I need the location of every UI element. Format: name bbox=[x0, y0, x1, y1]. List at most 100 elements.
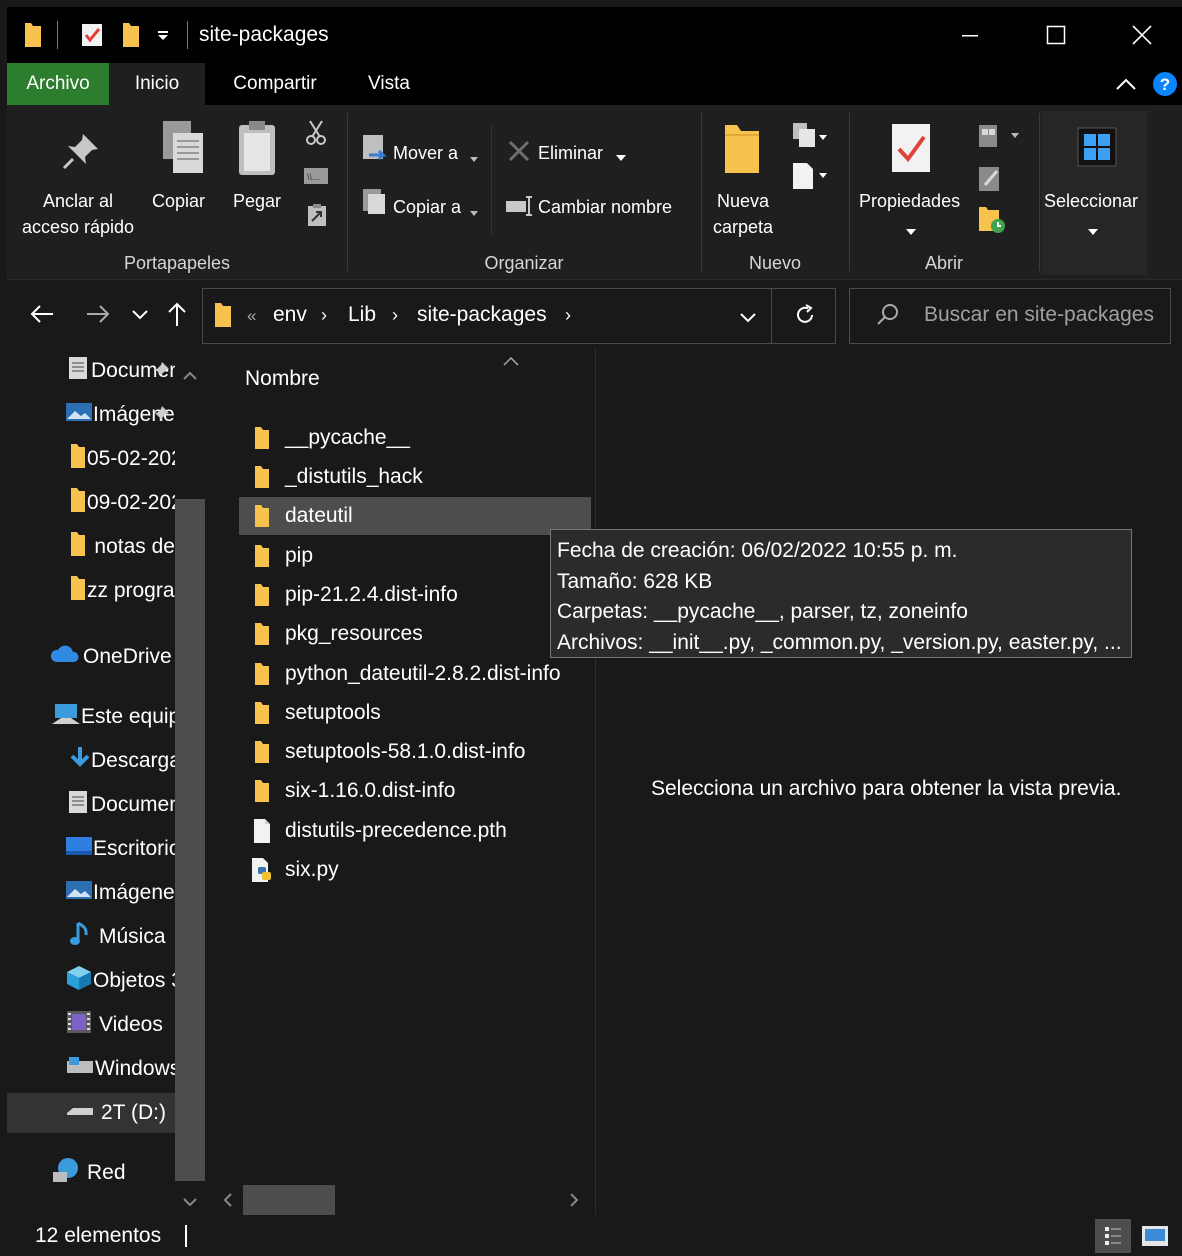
nav-item-documentos-pinned[interactable]: Documentos bbox=[7, 351, 175, 391]
nav-item-folder[interactable]: 05-02-2022 bbox=[7, 439, 175, 479]
nav-item-objetos-3d[interactable]: Objetos 3D bbox=[7, 961, 175, 1001]
file-row[interactable]: pip bbox=[239, 537, 591, 575]
recent-locations-icon[interactable] bbox=[131, 308, 149, 326]
scroll-right-icon[interactable] bbox=[569, 1193, 579, 1212]
scroll-down-icon[interactable] bbox=[183, 1195, 197, 1213]
file-row-selected[interactable]: dateutil bbox=[239, 497, 591, 535]
file-row[interactable]: python_dateutil-2.8.2.dist-info bbox=[239, 655, 591, 693]
nav-item-videos[interactable]: Videos bbox=[7, 1005, 175, 1045]
file-row[interactable]: pkg_resources bbox=[239, 615, 591, 653]
tab-inicio[interactable]: Inicio bbox=[109, 63, 205, 105]
nav-scroll-thumb[interactable] bbox=[175, 499, 205, 1181]
search-box[interactable]: Buscar en site-packages bbox=[849, 288, 1171, 344]
file-row[interactable]: __pycache__ bbox=[239, 419, 591, 457]
search-icon bbox=[876, 303, 900, 332]
file-row[interactable]: pip-21.2.4.dist-info bbox=[239, 576, 591, 614]
breadcrumb-env[interactable]: env bbox=[273, 303, 307, 327]
breadcrumb-overflow[interactable]: « bbox=[247, 306, 256, 326]
document-icon bbox=[65, 355, 91, 387]
chevron-down-icon bbox=[470, 150, 478, 168]
file-row[interactable]: six-1.16.0.dist-info bbox=[239, 772, 591, 810]
folder-icon bbox=[69, 531, 94, 563]
scroll-up-icon[interactable] bbox=[183, 367, 197, 385]
file-row[interactable]: setuptools-58.1.0.dist-info bbox=[239, 733, 591, 771]
download-icon bbox=[69, 745, 91, 777]
column-header-name[interactable]: Nombre bbox=[245, 367, 320, 391]
sort-ascending-icon bbox=[503, 353, 519, 371]
select-button[interactable]: Seleccionar bbox=[1041, 111, 1147, 275]
scroll-left-icon[interactable] bbox=[223, 1193, 233, 1212]
nav-item-onedrive[interactable]: OneDrive bbox=[7, 637, 175, 677]
breadcrumb-site-packages[interactable]: site-packages bbox=[417, 303, 547, 327]
new-item-icon[interactable] bbox=[791, 121, 829, 156]
file-row[interactable]: distutils-precedence.pth bbox=[239, 812, 591, 850]
nav-label: 2T (D:) bbox=[101, 1101, 166, 1124]
nav-item-documentos[interactable]: Documentos bbox=[7, 785, 175, 825]
history-icon[interactable] bbox=[977, 205, 1007, 240]
close-button[interactable] bbox=[1099, 7, 1182, 63]
nav-item-folder[interactable]: zz programas bbox=[7, 571, 175, 611]
chevron-down-icon bbox=[470, 204, 478, 222]
large-icons-view-icon[interactable] bbox=[1141, 1225, 1169, 1252]
address-bar[interactable]: « env › Lib › site-packages › bbox=[202, 288, 836, 344]
easy-access-icon[interactable] bbox=[791, 161, 829, 196]
nav-label: Este equipo bbox=[81, 705, 175, 728]
horizontal-scrollbar[interactable] bbox=[213, 1185, 593, 1215]
nav-item-musica[interactable]: Música bbox=[7, 917, 175, 957]
refresh-icon[interactable] bbox=[793, 303, 817, 332]
nav-label: Windows (C:) bbox=[95, 1057, 175, 1080]
nav-item-este-equipo[interactable]: Este equipo bbox=[7, 697, 175, 737]
tab-vista[interactable]: Vista bbox=[351, 63, 427, 105]
file-name: setuptools bbox=[285, 701, 381, 724]
rename-label: Cambiar nombre bbox=[538, 197, 673, 217]
nav-scrollbar[interactable] bbox=[175, 347, 205, 1215]
nav-item-folder[interactable]: notas de bbox=[7, 527, 175, 567]
open-icon[interactable] bbox=[977, 123, 1023, 156]
edit-icon[interactable] bbox=[977, 165, 1003, 198]
python-file-icon bbox=[249, 857, 275, 883]
file-row[interactable]: _distutils_hack bbox=[239, 458, 591, 496]
properties-quick-icon[interactable] bbox=[79, 21, 105, 49]
properties-icon bbox=[889, 121, 933, 180]
customize-toolbar-icon[interactable] bbox=[153, 21, 173, 49]
maximize-button[interactable] bbox=[1013, 7, 1099, 63]
forward-arrow-icon[interactable] bbox=[85, 304, 111, 329]
pin-icon bbox=[61, 131, 101, 176]
file-row[interactable]: setuptools bbox=[239, 694, 591, 732]
breadcrumb-lib[interactable]: Lib bbox=[348, 303, 376, 327]
nav-item-imagenes[interactable]: Imágenes bbox=[7, 873, 175, 913]
ribbon: Anclar al acceso rápido Copiar Pegar \\.… bbox=[7, 105, 1182, 280]
tab-archivo[interactable]: Archivo bbox=[7, 63, 109, 105]
rename-icon bbox=[505, 195, 535, 222]
tab-compartir[interactable]: Compartir bbox=[213, 63, 337, 105]
svg-text:\\...: \\... bbox=[307, 172, 320, 182]
desktop-icon bbox=[65, 835, 93, 863]
nav-item-red[interactable]: Red bbox=[7, 1153, 175, 1193]
file-row[interactable]: six.py bbox=[239, 851, 591, 889]
nav-item-2t-d[interactable]: 2T (D:) bbox=[7, 1093, 175, 1133]
copy-path-icon[interactable]: \\... bbox=[303, 167, 329, 190]
horizontal-scroll-thumb[interactable] bbox=[243, 1185, 335, 1215]
nav-item-descargas[interactable]: Descargas bbox=[7, 741, 175, 781]
search-input[interactable]: Buscar en site-packages bbox=[924, 303, 1154, 327]
cut-icon[interactable] bbox=[305, 119, 327, 150]
nav-item-folder[interactable]: 09-02-2022 bbox=[7, 483, 175, 523]
details-view-icon[interactable] bbox=[1095, 1219, 1131, 1253]
minimize-button[interactable] bbox=[927, 7, 1013, 63]
up-arrow-icon[interactable] bbox=[167, 300, 187, 333]
back-arrow-icon[interactable] bbox=[29, 304, 55, 329]
file-name: distutils-precedence.pth bbox=[285, 819, 507, 842]
nav-label: Videos bbox=[99, 1013, 163, 1036]
nav-label: Objetos 3D bbox=[93, 969, 175, 992]
nav-item-imagenes-pinned[interactable]: Imágenes bbox=[7, 395, 175, 435]
pin-label-2: acceso rápido bbox=[22, 217, 135, 237]
help-icon[interactable]: ? bbox=[1152, 71, 1178, 102]
paste-shortcut-icon[interactable] bbox=[307, 203, 327, 232]
folder-icon bbox=[69, 575, 87, 607]
collapse-ribbon-icon[interactable] bbox=[1115, 75, 1137, 98]
new-folder-quick-icon[interactable] bbox=[119, 21, 143, 49]
nav-item-windows-c[interactable]: Windows (C:) bbox=[7, 1049, 175, 1089]
address-dropdown-icon[interactable] bbox=[739, 311, 757, 329]
music-icon bbox=[69, 920, 99, 954]
nav-item-escritorio[interactable]: Escritorio bbox=[7, 829, 175, 869]
